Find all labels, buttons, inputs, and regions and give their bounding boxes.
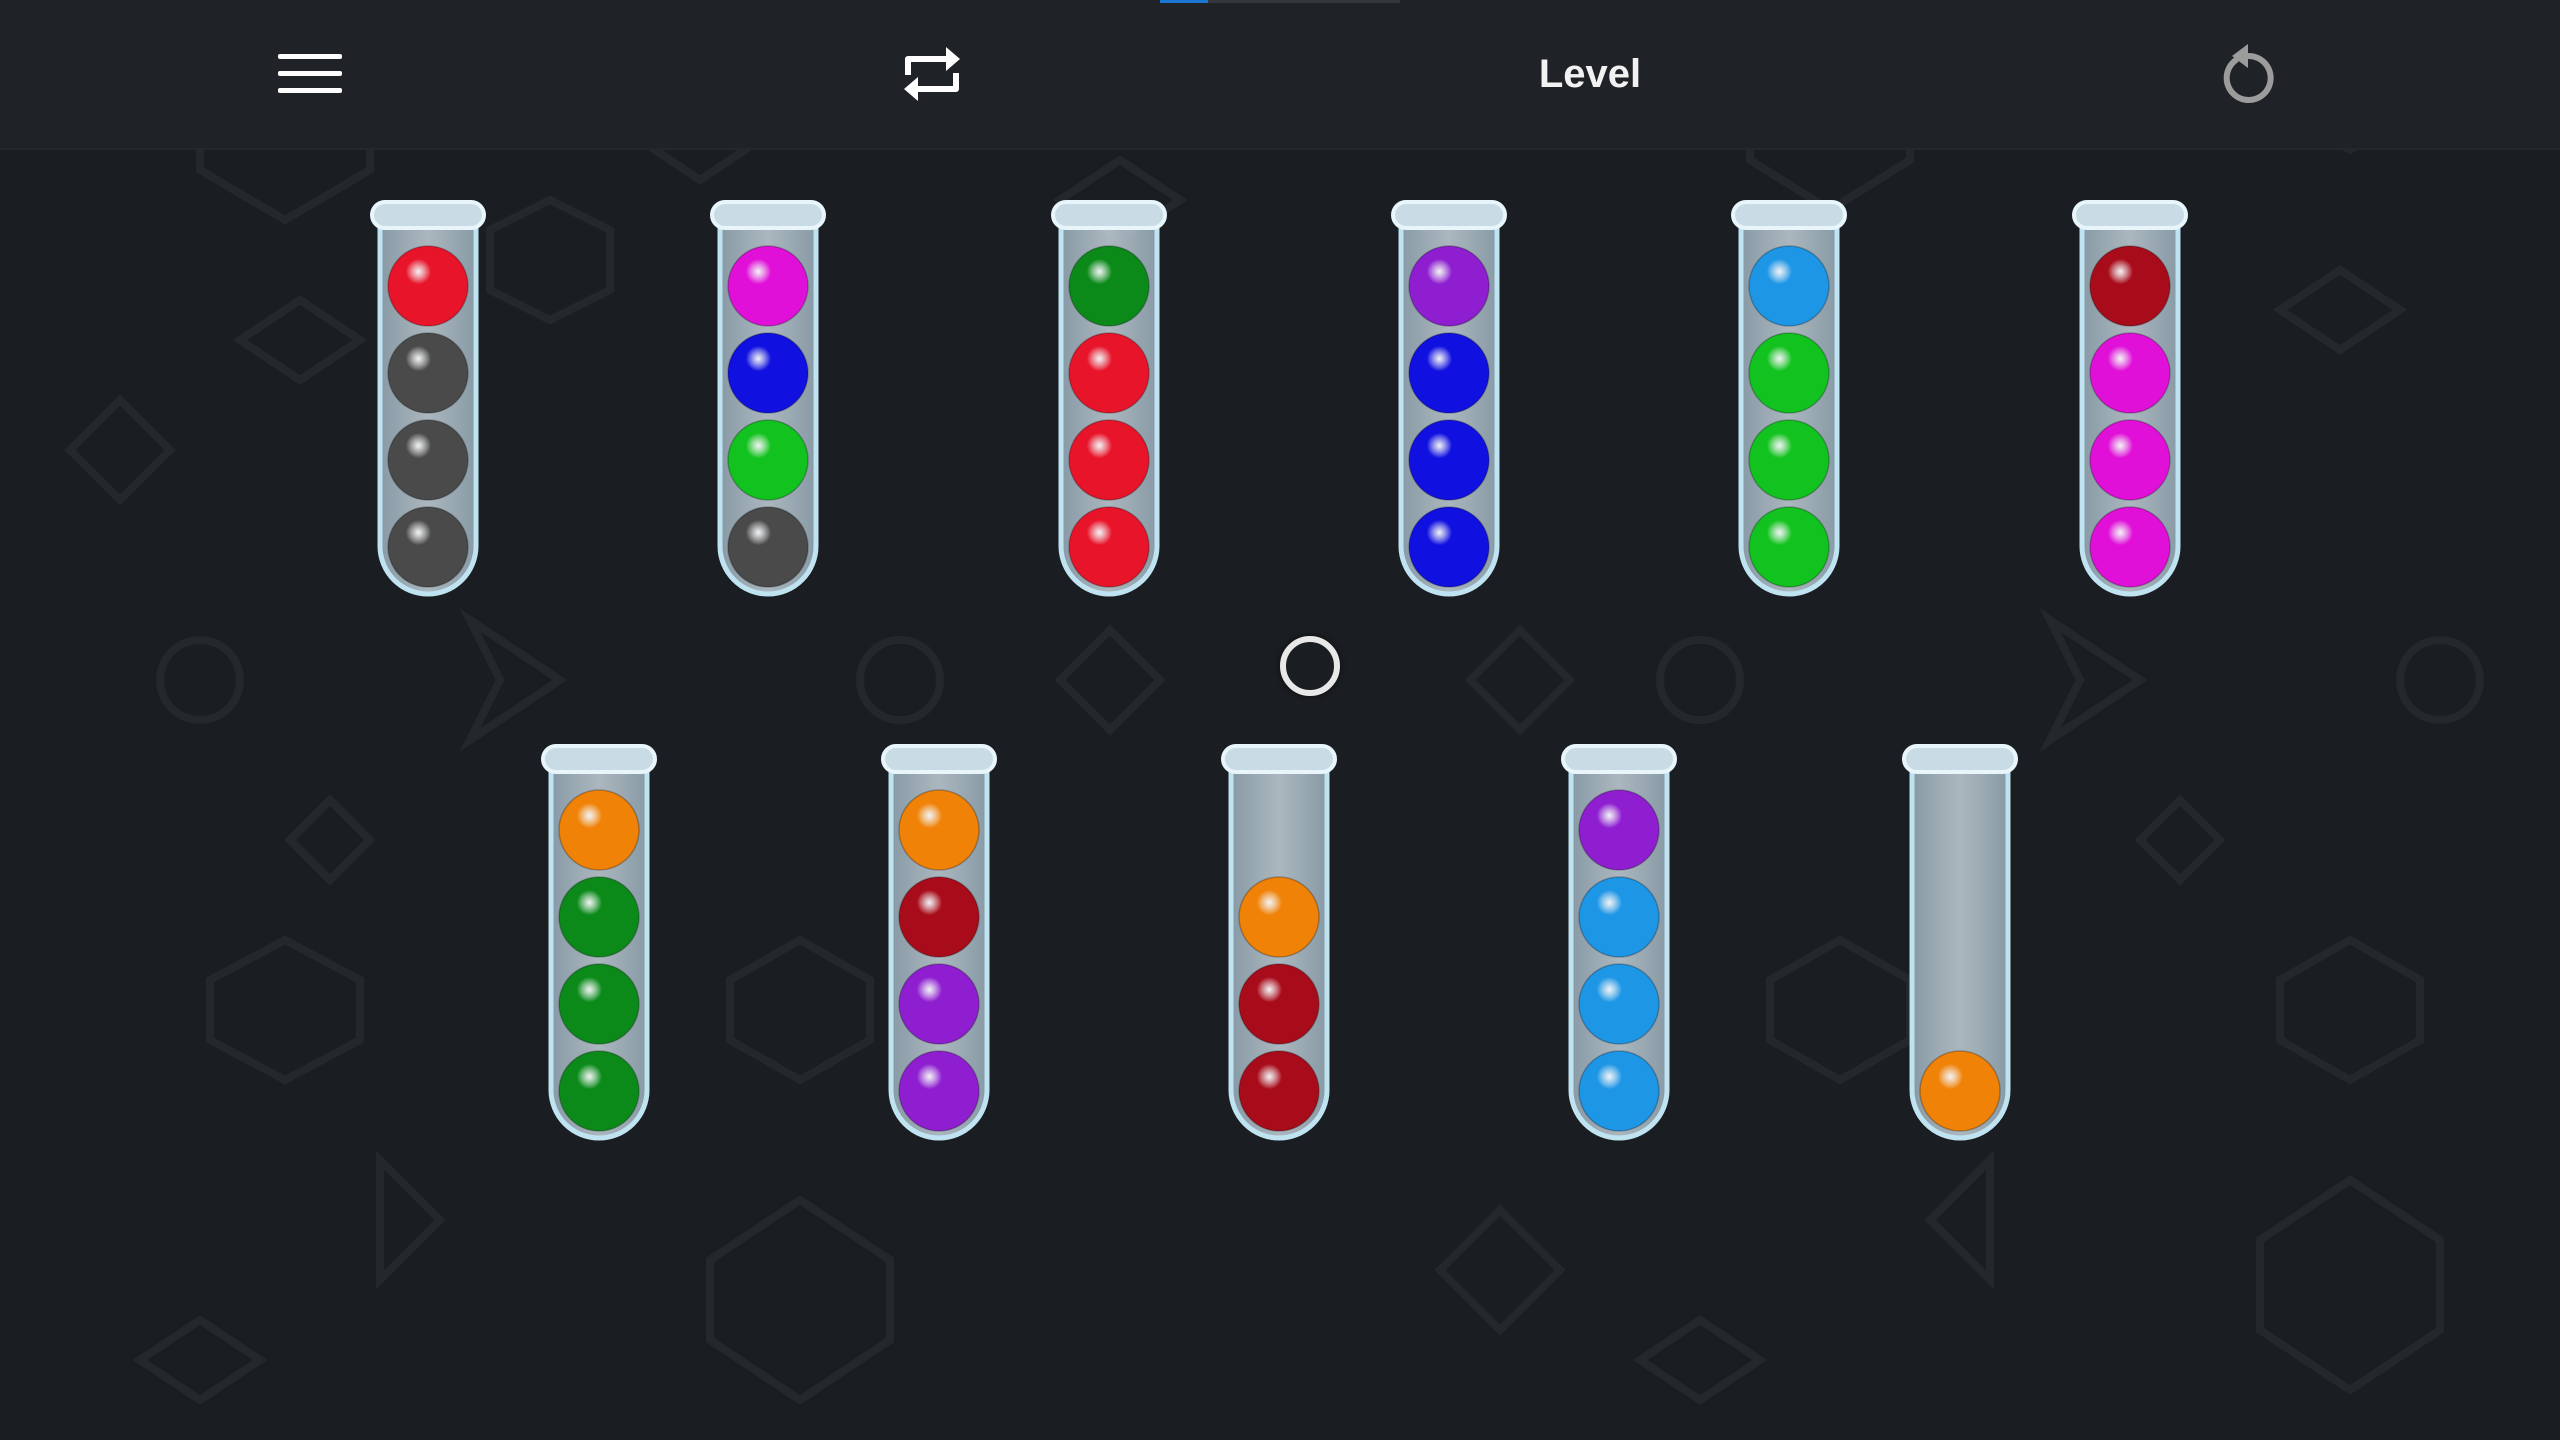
ball-skyblue xyxy=(1748,245,1830,327)
tube-3[interactable] xyxy=(1051,200,1167,597)
ball-gray xyxy=(387,332,469,414)
ball-orange xyxy=(1238,876,1320,958)
ball-skyblue xyxy=(1578,1050,1660,1132)
ball-orange xyxy=(558,789,640,871)
tube-6[interactable] xyxy=(2072,200,2188,597)
ball-skyblue xyxy=(1578,963,1660,1045)
tube-rim xyxy=(1221,744,1337,774)
tube-rim xyxy=(1561,744,1677,774)
game-board xyxy=(370,200,2188,1141)
ball-skyblue xyxy=(1578,876,1660,958)
ball-purple xyxy=(898,963,980,1045)
ball-gray xyxy=(387,506,469,588)
ball-red xyxy=(1068,332,1150,414)
ball-purple xyxy=(1578,789,1660,871)
tube-rim xyxy=(1731,200,1847,230)
tube-rim xyxy=(881,744,997,774)
ball-blue xyxy=(1408,419,1490,501)
ball-blue xyxy=(727,332,809,414)
tube-10[interactable] xyxy=(1561,744,1677,1141)
ball-gray xyxy=(387,419,469,501)
ball-red xyxy=(1068,419,1150,501)
ball-blue xyxy=(1408,332,1490,414)
tube-rim xyxy=(370,200,486,230)
ball-darkgreen xyxy=(1068,245,1150,327)
ball-green xyxy=(1748,419,1830,501)
ball-gray xyxy=(727,506,809,588)
ball-red xyxy=(1068,506,1150,588)
ball-darkred xyxy=(1238,963,1320,1045)
tube-rim xyxy=(1391,200,1507,230)
cursor-indicator xyxy=(1280,636,1340,696)
tube-rim xyxy=(541,744,657,774)
tube-rim xyxy=(1051,200,1167,230)
tube-rim xyxy=(1902,744,2018,774)
tube-rim xyxy=(2072,200,2188,230)
ball-darkgreen xyxy=(558,876,640,958)
ball-green xyxy=(1748,332,1830,414)
ball-green xyxy=(727,419,809,501)
ball-darkgreen xyxy=(558,1050,640,1132)
ball-magenta xyxy=(2089,332,2171,414)
tube-2[interactable] xyxy=(710,200,826,597)
ball-green xyxy=(1748,506,1830,588)
tube-1[interactable] xyxy=(370,200,486,597)
tube-7[interactable] xyxy=(541,744,657,1141)
ball-purple xyxy=(1408,245,1490,327)
tube-9[interactable] xyxy=(1221,744,1337,1141)
tube-5[interactable] xyxy=(1731,200,1847,597)
tube-8[interactable] xyxy=(881,744,997,1141)
tube-11[interactable] xyxy=(1902,744,2018,1141)
ball-magenta xyxy=(2089,506,2171,588)
ball-darkred xyxy=(1238,1050,1320,1132)
ball-blue xyxy=(1408,506,1490,588)
ball-magenta xyxy=(727,245,809,327)
ball-darkgreen xyxy=(558,963,640,1045)
ball-orange xyxy=(898,789,980,871)
ball-magenta xyxy=(2089,419,2171,501)
ball-darkred xyxy=(898,876,980,958)
ball-darkred xyxy=(2089,245,2171,327)
ball-orange xyxy=(1919,1050,2001,1132)
ball-purple xyxy=(898,1050,980,1132)
tube-4[interactable] xyxy=(1391,200,1507,597)
tube-rim xyxy=(710,200,826,230)
ball-red xyxy=(387,245,469,327)
